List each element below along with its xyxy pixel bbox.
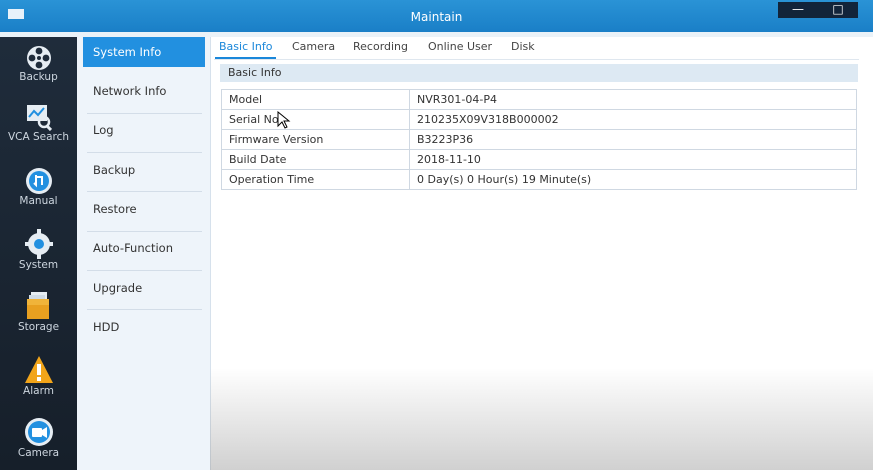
- nav-vca-search[interactable]: VCA Search: [0, 103, 77, 143]
- nav-backup-label: Backup: [19, 71, 58, 83]
- alarm-warning-icon: [24, 356, 53, 383]
- camera-icon: [24, 418, 53, 446]
- row-label: Model: [221, 89, 410, 110]
- nav-camera-label: Camera: [17, 447, 60, 459]
- nav-manual[interactable]: Manual: [0, 167, 77, 207]
- submenu-divider: [87, 113, 202, 114]
- film-reel-icon: [26, 46, 51, 70]
- submenu-divider: [87, 152, 202, 153]
- row-value: NVR301-04-P4: [409, 89, 857, 110]
- window-title: Maintain: [410, 10, 463, 24]
- submenu-divider: [87, 191, 202, 192]
- nav-system[interactable]: System: [0, 229, 77, 271]
- gear-icon: [24, 229, 53, 259]
- submenu-log[interactable]: Log: [93, 123, 114, 137]
- submenu-divider: [87, 231, 202, 232]
- row-label: Firmware Version: [221, 129, 410, 150]
- submenu-system-info[interactable]: System Info: [83, 37, 205, 67]
- nav-system-label: System: [18, 259, 59, 271]
- row-value: 2018-11-10: [409, 149, 857, 170]
- nav-manual-label: Manual: [19, 195, 58, 207]
- nav-alarm[interactable]: Alarm: [0, 355, 77, 397]
- tab-recording[interactable]: Recording: [353, 40, 408, 53]
- table-row: Build Date 2018-11-10: [221, 149, 857, 170]
- tab-divider: [214, 59, 859, 60]
- nav-storage[interactable]: Storage: [0, 291, 77, 333]
- section-title: Basic Info: [220, 64, 858, 82]
- minimize-button[interactable]: —: [778, 2, 818, 18]
- submenu-hdd[interactable]: HDD: [93, 320, 119, 334]
- title-bar: Maintain — □: [0, 0, 873, 32]
- table-row: Model NVR301-04-P4: [221, 89, 857, 110]
- vca-search-icon: [26, 105, 52, 131]
- storage-icon: [26, 292, 49, 319]
- tab-bar: Basic Info Camera Recording Online User …: [210, 37, 873, 59]
- tab-disk[interactable]: Disk: [511, 40, 535, 53]
- submenu: System Info Network Info Log Backup Rest…: [77, 37, 211, 470]
- submenu-upgrade[interactable]: Upgrade: [93, 281, 142, 295]
- submenu-auto-function[interactable]: Auto-Function: [93, 241, 173, 255]
- submenu-restore[interactable]: Restore: [93, 202, 137, 216]
- bottom-shade: [210, 368, 873, 470]
- row-value: 210235X09V318B000002: [409, 109, 857, 130]
- nav-backup[interactable]: Backup: [0, 45, 77, 83]
- table-row: Serial No. 210235X09V318B000002: [221, 109, 857, 130]
- row-label: Build Date: [221, 149, 410, 170]
- main-nav: Backup VCA Search Manual System Storage …: [0, 37, 77, 470]
- basic-info-table: Model NVR301-04-P4 Serial No. 210235X09V…: [221, 89, 857, 190]
- row-value: B3223P36: [409, 129, 857, 150]
- tab-camera[interactable]: Camera: [292, 40, 335, 53]
- row-label: Operation Time: [221, 169, 410, 190]
- submenu-divider: [87, 270, 202, 271]
- mouse-cursor-icon: [277, 111, 291, 129]
- table-row: Operation Time 0 Day(s) 0 Hour(s) 19 Min…: [221, 169, 857, 190]
- nav-alarm-label: Alarm: [23, 385, 54, 397]
- submenu-divider: [87, 309, 202, 310]
- table-row: Firmware Version B3223P36: [221, 129, 857, 150]
- row-value: 0 Day(s) 0 Hour(s) 19 Minute(s): [409, 169, 857, 190]
- tab-online-user[interactable]: Online User: [428, 40, 492, 53]
- submenu-backup[interactable]: Backup: [93, 163, 135, 177]
- nav-storage-label: Storage: [17, 321, 60, 333]
- maximize-button[interactable]: □: [818, 2, 858, 18]
- manual-record-icon: [25, 168, 52, 194]
- nav-camera[interactable]: Camera: [0, 417, 77, 459]
- tab-basic-info[interactable]: Basic Info: [214, 40, 277, 59]
- row-label: Serial No.: [221, 109, 410, 130]
- nav-vca-search-label: VCA Search: [7, 131, 70, 143]
- submenu-network-info[interactable]: Network Info: [93, 84, 166, 98]
